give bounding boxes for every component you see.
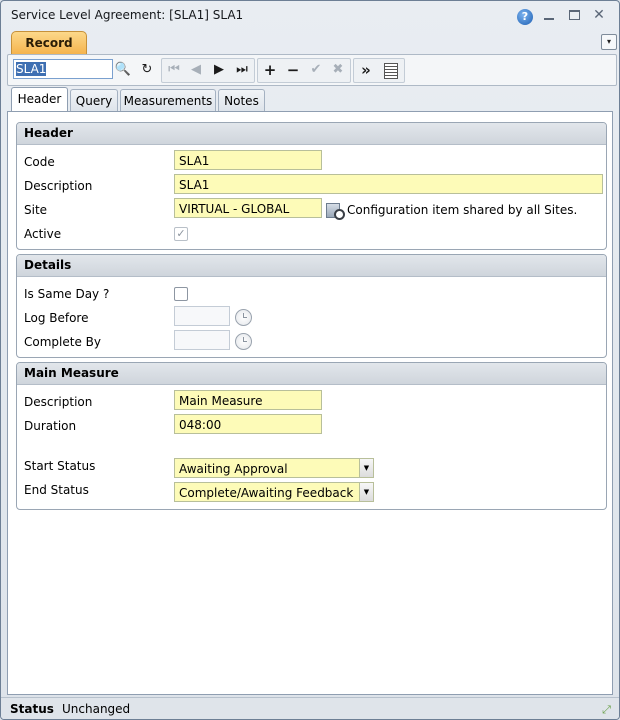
same-day-checkbox[interactable]	[174, 287, 188, 301]
description-label: Description	[24, 179, 93, 193]
end-status-value: Complete/Awaiting Feedback	[179, 486, 354, 500]
close-icon[interactable]: ✕	[591, 7, 607, 23]
complete-by-field[interactable]	[174, 330, 230, 350]
log-before-clock-icon[interactable]	[235, 309, 252, 326]
cancel-icon[interactable]: ✖	[328, 60, 348, 80]
status-label: Status	[10, 702, 54, 716]
form-content: Header Code SLA1 Description SLA1 Site V…	[7, 111, 613, 695]
code-label: Code	[24, 155, 55, 169]
main-measure-section-title: Main Measure	[17, 363, 606, 385]
active-checkbox[interactable]: ✓	[174, 227, 188, 241]
chevron-down-icon[interactable]: ▾	[601, 34, 617, 50]
help-icon[interactable]: ?	[517, 9, 533, 25]
next-record-icon[interactable]: ▶	[209, 60, 229, 80]
measure-description-label: Description	[24, 395, 93, 409]
chevron-down-icon[interactable]: ▼	[359, 459, 373, 477]
site-lookup-icon[interactable]	[325, 201, 345, 220]
start-status-value: Awaiting Approval	[179, 462, 288, 476]
window-title: Service Level Agreement: [SLA1] SLA1	[11, 8, 244, 22]
site-label: Site	[24, 203, 48, 217]
record-toolbar: SLA1 🔍 ↻ ⏮ ◀ ▶ ⏭ + − ✔ ✖ »	[7, 54, 617, 86]
active-label: Active	[24, 227, 62, 241]
measure-description-field[interactable]: Main Measure	[174, 390, 322, 410]
resize-icon[interactable]: ⤢	[599, 702, 614, 717]
start-status-label: Start Status	[24, 459, 96, 473]
log-before-field[interactable]	[174, 306, 230, 326]
record-code-input[interactable]: SLA1	[13, 59, 113, 79]
extra-group: »	[353, 58, 405, 83]
same-day-label: Is Same Day ?	[24, 287, 110, 301]
end-status-select[interactable]: Complete/Awaiting Feedback ▼	[174, 482, 374, 502]
tab-header[interactable]: Header	[11, 87, 68, 113]
start-status-select[interactable]: Awaiting Approval ▼	[174, 458, 374, 478]
chevron-down-icon[interactable]: ▼	[359, 483, 373, 501]
record-tab[interactable]: Record	[11, 31, 87, 54]
more-actions-icon[interactable]: »	[356, 60, 376, 80]
first-record-icon[interactable]: ⏮	[164, 60, 184, 80]
details-section-title: Details	[17, 255, 606, 277]
details-section: Details Is Same Day ? Log Before Complet…	[16, 254, 607, 358]
duration-field[interactable]: 048:00	[174, 414, 322, 434]
status-value: Unchanged	[62, 702, 131, 716]
tab-query[interactable]: Query	[70, 89, 118, 112]
edit-group: + − ✔ ✖	[257, 58, 351, 83]
log-before-label: Log Before	[24, 311, 89, 325]
end-status-label: End Status	[24, 483, 89, 497]
tab-notes[interactable]: Notes	[218, 89, 265, 112]
confirm-icon[interactable]: ✔	[306, 60, 326, 80]
add-record-icon[interactable]: +	[260, 60, 280, 80]
header-section: Header Code SLA1 Description SLA1 Site V…	[16, 122, 607, 250]
complete-by-clock-icon[interactable]	[235, 333, 252, 350]
navigation-group: ⏮ ◀ ▶ ⏭	[161, 58, 255, 83]
search-icon[interactable]: 🔍	[113, 60, 133, 80]
refresh-icon[interactable]: ↻	[137, 60, 157, 80]
sla-window: Service Level Agreement: [SLA1] SLA1 ? ✕…	[0, 0, 620, 720]
site-shared-note: Configuration item shared by all Sites.	[347, 203, 578, 217]
maximize-icon[interactable]	[566, 7, 582, 23]
header-section-title: Header	[17, 123, 606, 145]
description-field[interactable]: SLA1	[174, 174, 603, 194]
title-bar: Service Level Agreement: [SLA1] SLA1 ? ✕	[1, 1, 619, 29]
record-code-value: SLA1	[16, 62, 47, 76]
minimize-icon[interactable]	[541, 7, 557, 23]
complete-by-label: Complete By	[24, 335, 101, 349]
tab-measurements[interactable]: Measurements	[120, 89, 216, 112]
main-measure-section: Main Measure Description Main Measure Du…	[16, 362, 607, 510]
previous-record-icon[interactable]: ◀	[186, 60, 206, 80]
list-view-icon[interactable]	[380, 60, 400, 80]
remove-record-icon[interactable]: −	[283, 60, 303, 80]
code-field[interactable]: SLA1	[174, 150, 322, 170]
list-grid-icon	[384, 63, 398, 79]
last-record-icon[interactable]: ⏭	[232, 60, 252, 80]
site-field[interactable]: VIRTUAL - GLOBAL	[174, 198, 322, 218]
duration-label: Duration	[24, 419, 77, 433]
status-bar: Status Unchanged ⤢	[1, 697, 619, 719]
